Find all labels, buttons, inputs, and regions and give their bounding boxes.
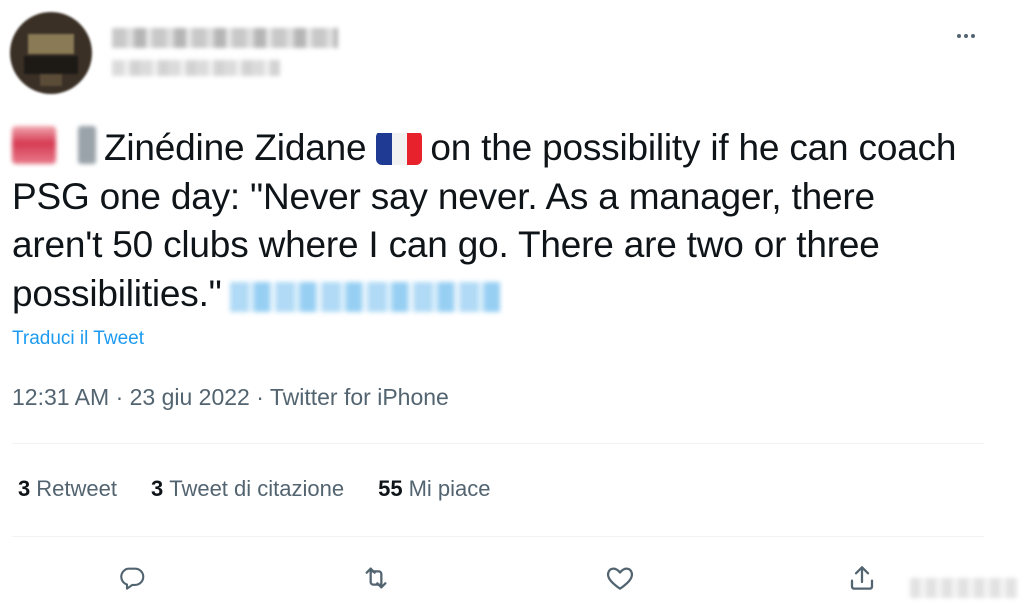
tweet-text: Zinédine Zidane on the possibility if he … [12, 124, 972, 318]
like-count[interactable]: 55 Mi piace [378, 476, 490, 502]
retweet-count[interactable]: 3 Retweet [18, 476, 117, 502]
action-bar [0, 558, 1024, 598]
engagement-stats: 3 Retweet 3 Tweet di citazione 55 Mi piace [18, 476, 491, 502]
divider [12, 443, 984, 444]
redacted-emoji-icon [78, 126, 96, 164]
handle-redacted[interactable] [112, 60, 280, 76]
redacted-emoji-icon [12, 126, 56, 164]
watermark-redacted [910, 578, 1018, 598]
tweet-card: Zinédine Zidane on the possibility if he … [0, 0, 1024, 604]
tweet-text-part1: Zinédine Zidane [104, 127, 367, 168]
divider [12, 536, 984, 537]
more-horizontal-icon[interactable] [950, 24, 982, 48]
avatar[interactable] [10, 12, 92, 94]
redacted-link[interactable] [229, 281, 500, 312]
tweet-metadata[interactable]: 12:31 AM · 23 giu 2022 · Twitter for iPh… [12, 384, 449, 411]
france-flag-icon [376, 131, 423, 165]
display-name-redacted[interactable] [112, 28, 338, 48]
reply-icon[interactable] [112, 558, 152, 598]
quote-tweet-count[interactable]: 3 Tweet di citazione [151, 476, 344, 502]
retweet-icon[interactable] [356, 558, 396, 598]
heart-icon[interactable] [600, 558, 640, 598]
translate-tweet-link[interactable]: Traduci il Tweet [12, 328, 144, 350]
share-icon[interactable] [842, 558, 882, 598]
